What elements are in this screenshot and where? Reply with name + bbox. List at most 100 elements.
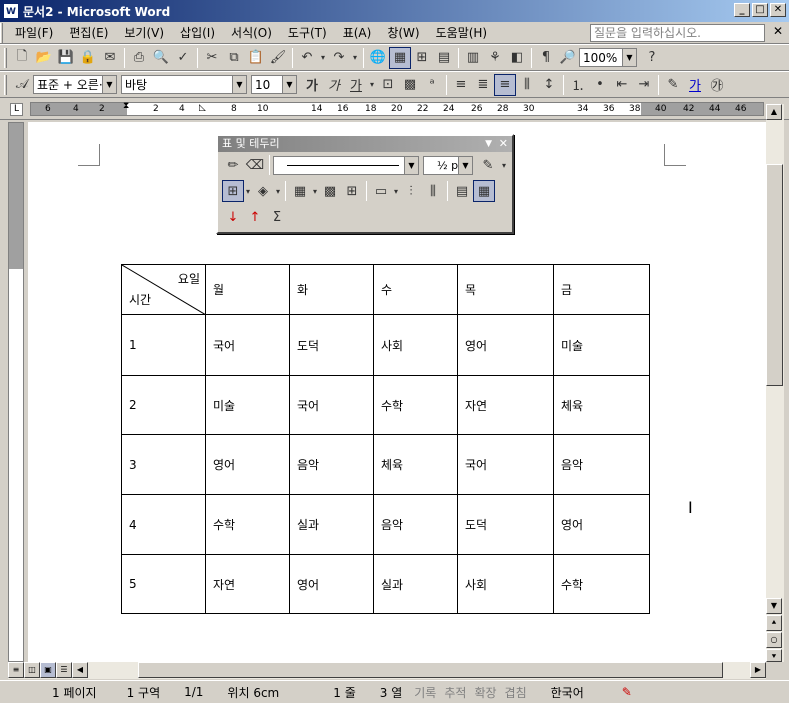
close-document-icon[interactable]: ✕ xyxy=(773,24,783,38)
scroll-thumb[interactable] xyxy=(766,164,783,386)
subject-cell[interactable]: 체육 xyxy=(553,375,650,435)
numbering-icon[interactable]: ⒈ xyxy=(567,74,589,96)
tab-selector-icon[interactable]: L xyxy=(10,103,23,116)
menu-format[interactable]: 서식(O) xyxy=(223,23,280,43)
document-map-icon[interactable]: ◧ xyxy=(506,47,528,69)
period-cell[interactable]: 3 xyxy=(121,434,206,495)
shading-color-icon[interactable]: ◈ xyxy=(252,180,274,202)
char-shading-icon[interactable]: ▩ xyxy=(399,74,421,96)
distribute-icon[interactable]: ⫼ xyxy=(516,74,538,96)
merge-cells-icon[interactable]: ▩ xyxy=(319,180,341,202)
menu-help[interactable]: 도움말(H) xyxy=(428,23,496,43)
decrease-indent-icon[interactable]: ⇤ xyxy=(611,74,633,96)
bullets-icon[interactable]: • xyxy=(589,74,611,96)
browse-object-icon[interactable]: ○ xyxy=(766,632,782,648)
corner-cell[interactable]: 요일 시간 xyxy=(121,264,206,315)
open-folder-icon[interactable]: 📂 xyxy=(33,47,55,69)
subject-cell[interactable]: 미술 xyxy=(553,314,650,376)
subject-cell[interactable]: 수학 xyxy=(205,494,290,555)
scroll-down-icon[interactable]: ▼ xyxy=(766,598,782,614)
insert-table-icon[interactable]: ▦ xyxy=(289,180,311,202)
subject-cell[interactable]: 국어 xyxy=(289,375,374,435)
subject-cell[interactable]: 실과 xyxy=(373,554,458,614)
horizontal-scrollbar[interactable]: ≡ ◫ ▣ ☰ ◀ ▶ xyxy=(8,662,766,679)
menu-table[interactable]: 표(A) xyxy=(335,23,380,43)
save-icon[interactable]: 💾 xyxy=(55,47,77,69)
menu-edit[interactable]: 편집(E) xyxy=(61,23,116,43)
sort-ascending-icon[interactable]: ↓ xyxy=(222,206,244,228)
subject-cell[interactable]: 음악 xyxy=(289,434,374,495)
day-header[interactable]: 금 xyxy=(553,264,650,315)
word-doc-icon[interactable]: W xyxy=(3,3,19,19)
line-weight-combo[interactable]: ½ pt ▼ xyxy=(423,155,473,175)
subject-cell[interactable]: 체육 xyxy=(373,434,458,495)
increase-indent-icon[interactable]: ⇥ xyxy=(633,74,655,96)
floating-toolbar-title[interactable]: 표 및 테두리 ▼ ✕ xyxy=(218,136,512,152)
insert-table-icon[interactable]: ⊞ xyxy=(411,47,433,69)
font-color-icon[interactable]: 가 xyxy=(684,74,706,96)
border-color-icon[interactable]: ✎ xyxy=(477,154,499,176)
tables-borders-toolbar[interactable]: 표 및 테두리 ▼ ✕ ✏ ⌫ ▼ ½ pt ▼ ✎ ▾ ⊞ ▾ ◈ ▾ ▦ ▾… xyxy=(216,134,514,234)
print-layout-icon[interactable]: ▣ xyxy=(40,662,56,678)
menu-insert[interactable]: 삽입(I) xyxy=(172,23,223,43)
align-center-icon[interactable]: ≣ xyxy=(472,74,494,96)
underline-icon[interactable]: 가 xyxy=(345,74,367,96)
italic-icon[interactable]: 가 xyxy=(323,74,345,96)
align-dropdown-icon[interactable]: ▾ xyxy=(392,180,400,202)
menu-window[interactable]: 창(W) xyxy=(379,23,427,43)
drawing-icon[interactable]: ⚘ xyxy=(484,47,506,69)
undo-icon[interactable]: ↶ xyxy=(296,47,318,69)
split-cells-icon[interactable]: ⊞ xyxy=(341,180,363,202)
read-icon[interactable]: 🔎 xyxy=(557,47,579,69)
period-cell[interactable]: 5 xyxy=(121,554,206,614)
menu-grip[interactable] xyxy=(0,22,3,43)
chevron-down-icon[interactable]: ▼ xyxy=(282,76,296,93)
timetable[interactable]: 요일 시간 월 화 수 목 금 1 국어 도덕 사회 영어 미술 2 미술 국어… xyxy=(121,264,650,614)
distribute-columns-icon[interactable]: ⫼ xyxy=(422,180,444,202)
paste-icon[interactable]: 📋 xyxy=(245,47,267,69)
chevron-down-icon[interactable]: ▼ xyxy=(622,49,636,66)
period-cell[interactable]: 2 xyxy=(121,375,206,435)
chevron-down-icon[interactable]: ▼ xyxy=(232,76,246,93)
distribute-rows-icon[interactable]: ⫶ xyxy=(400,180,422,202)
format-painter-icon[interactable]: 🖌 xyxy=(267,47,289,69)
subject-cell[interactable]: 영어 xyxy=(289,554,374,614)
show-gridlines-icon[interactable]: ▦ xyxy=(473,180,495,202)
print-icon[interactable]: ⎙ xyxy=(128,47,150,69)
styles-pane-icon[interactable]: 𝒜 xyxy=(11,74,33,96)
line-style-combo[interactable]: ▼ xyxy=(273,155,419,175)
minimize-button[interactable]: _ xyxy=(734,3,750,17)
horizontal-ruler[interactable]: L 6 4 2 2 4 8 10 14 16 18 20 22 24 26 28… xyxy=(0,99,789,120)
font-combo[interactable]: 바탕 ▼ xyxy=(121,75,247,94)
day-header[interactable]: 목 xyxy=(457,264,554,315)
vertical-ruler[interactable] xyxy=(8,122,24,662)
phonetic-guide-icon[interactable]: ᵃ xyxy=(421,74,443,96)
menu-tools[interactable]: 도구(T) xyxy=(280,23,335,43)
web-layout-icon[interactable]: ◫ xyxy=(24,662,40,678)
status-ext[interactable]: 확장 xyxy=(470,684,500,701)
subject-cell[interactable]: 사회 xyxy=(457,554,554,614)
char-border-icon[interactable]: ⊡ xyxy=(377,74,399,96)
show-hide-icon[interactable]: ¶ xyxy=(535,47,557,69)
tables-borders-icon[interactable]: ▦ xyxy=(389,46,411,69)
close-icon[interactable]: ✕ xyxy=(499,136,508,152)
font-size-combo[interactable]: 10 ▼ xyxy=(251,75,297,94)
insert-excel-icon[interactable]: ▤ xyxy=(433,47,455,69)
subject-cell[interactable]: 영어 xyxy=(553,494,650,555)
chevron-down-icon[interactable]: ▼ xyxy=(404,156,418,174)
subject-cell[interactable]: 음악 xyxy=(553,434,650,495)
hscroll-thumb[interactable] xyxy=(138,662,723,678)
period-cell[interactable]: 4 xyxy=(121,494,206,555)
spelling-icon[interactable]: ✓ xyxy=(172,47,194,69)
subject-cell[interactable]: 음악 xyxy=(373,494,458,555)
columns-icon[interactable]: ▥ xyxy=(462,47,484,69)
day-header[interactable]: 수 xyxy=(373,264,458,315)
draw-table-icon[interactable]: ✏ xyxy=(222,154,244,176)
border-color-dropdown-icon[interactable]: ▾ xyxy=(499,154,509,176)
autosum-icon[interactable]: Σ xyxy=(266,206,288,228)
align-right-icon[interactable]: ≡ xyxy=(494,73,516,96)
border-dropdown-icon[interactable]: ▾ xyxy=(244,180,252,202)
day-header[interactable]: 화 xyxy=(289,264,374,315)
subject-cell[interactable]: 수학 xyxy=(553,554,650,614)
email-icon[interactable]: ✉ xyxy=(99,47,121,69)
